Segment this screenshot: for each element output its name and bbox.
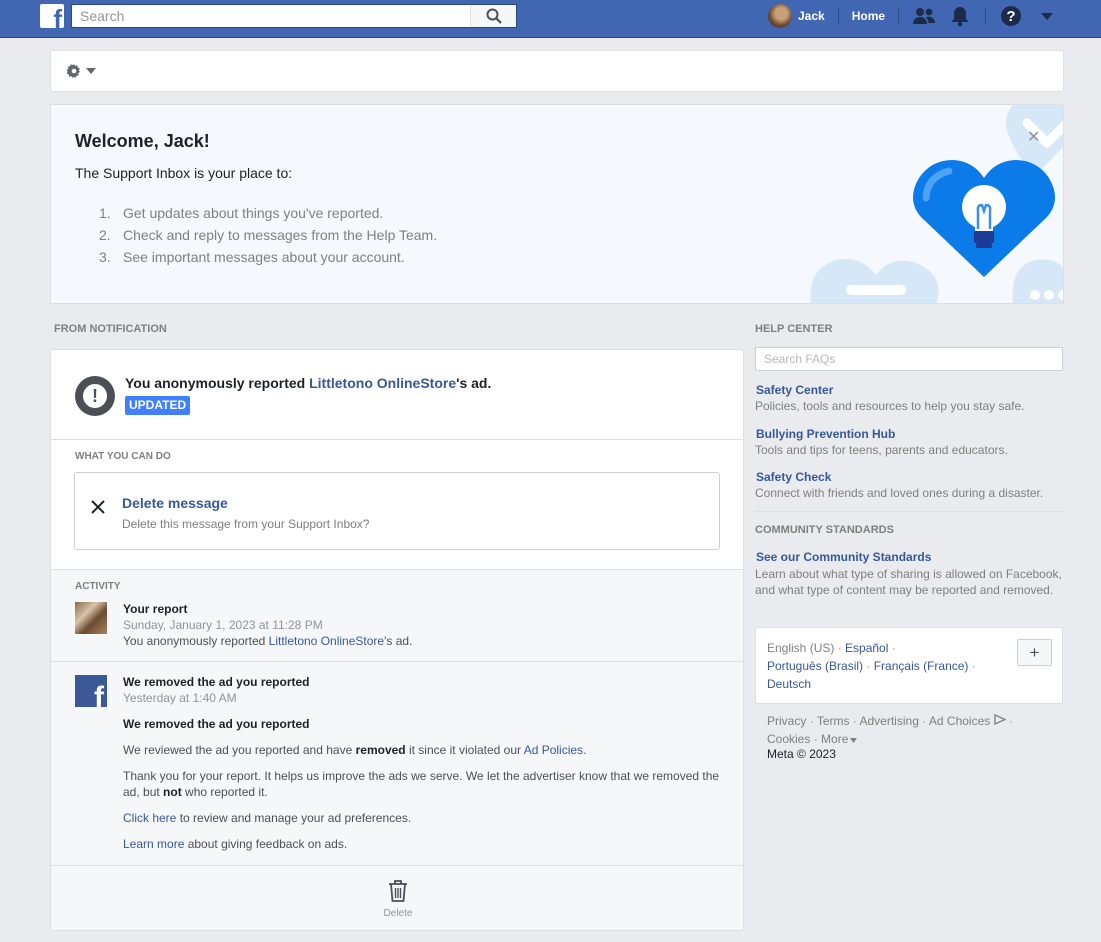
home-link[interactable]: Home bbox=[852, 9, 885, 23]
divider bbox=[755, 511, 1063, 512]
svg-text:?: ? bbox=[1006, 8, 1015, 25]
delete-message-option[interactable]: Delete message Delete this message from … bbox=[74, 472, 720, 550]
notification-card: ! You anonymously reported Littletono On… bbox=[50, 349, 744, 931]
language-link[interactable]: Español bbox=[845, 641, 888, 655]
advertiser-link[interactable]: Littletono OnlineStore bbox=[269, 634, 384, 648]
faq-search-input[interactable] bbox=[756, 348, 1062, 370]
safety-center-link[interactable]: Safety Center bbox=[756, 383, 833, 397]
facebook-logo[interactable]: f bbox=[40, 4, 64, 28]
activity-label: ACTIVITY bbox=[75, 581, 121, 592]
caret-down-icon[interactable] bbox=[1035, 4, 1059, 28]
welcome-title: Welcome, Jack! bbox=[75, 131, 210, 151]
settings-bar bbox=[50, 50, 1064, 92]
activity-title: We removed the ad you reported bbox=[123, 675, 310, 689]
divider bbox=[898, 8, 900, 24]
click-here-link[interactable]: Click here bbox=[123, 811, 176, 825]
from-notification-label: FROM NOTIFICATION bbox=[54, 323, 167, 335]
status-badge: UPDATED bbox=[125, 396, 191, 415]
heart-lightbulb-illustration bbox=[810, 105, 1063, 303]
activity-title: Your report bbox=[123, 602, 188, 616]
report-title: You anonymously reported Littletono Onli… bbox=[125, 375, 492, 391]
search-icon bbox=[486, 8, 502, 24]
welcome-list: 1. Get updates about things you've report… bbox=[99, 205, 437, 271]
advertising-link[interactable]: Advertising bbox=[860, 714, 919, 728]
divider bbox=[837, 8, 839, 24]
delete-label: Delete bbox=[383, 908, 413, 919]
bullying-prevention-hub-description: Tools and tips for teens, parents and ed… bbox=[755, 443, 1008, 457]
close-icon[interactable]: ✕ bbox=[1027, 127, 1040, 147]
divider bbox=[51, 661, 743, 662]
list-item: 3. See important messages about your acco… bbox=[99, 249, 405, 265]
avatar[interactable] bbox=[768, 4, 792, 28]
notifications-bell-icon[interactable] bbox=[948, 4, 972, 28]
divider bbox=[51, 439, 743, 440]
add-language-button[interactable]: + bbox=[1017, 639, 1052, 666]
community-standards-label: COMMUNITY STANDARDS bbox=[755, 524, 894, 536]
divider bbox=[985, 8, 987, 24]
safety-center-description: Policies, tools and resources to help yo… bbox=[755, 399, 1025, 413]
footer-links: Privacy · Terms · Advertising · Ad Choic… bbox=[767, 713, 1013, 746]
list-item: 1. Get updates about things you've report… bbox=[99, 205, 384, 221]
activity-section: ACTIVITY Your report Sunday, January 1, … bbox=[51, 569, 743, 930]
reporter-avatar bbox=[75, 602, 107, 634]
welcome-banner: Welcome, Jack! The Support Inbox is your… bbox=[50, 104, 1064, 304]
community-standards-link[interactable]: See our Community Standards bbox=[756, 550, 931, 564]
faq-search-box bbox=[755, 347, 1063, 371]
trash-icon bbox=[389, 880, 407, 902]
message-paragraph: We reviewed the ad you reported and have… bbox=[123, 743, 587, 757]
copyright: Meta © 2023 bbox=[767, 747, 836, 761]
language-link[interactable]: Português (Brasil) bbox=[767, 659, 863, 673]
delete-message-title: Delete message bbox=[122, 495, 228, 511]
language-link[interactable]: Deutsch bbox=[767, 677, 811, 691]
search-button[interactable] bbox=[470, 5, 516, 27]
friends-icon[interactable] bbox=[912, 4, 936, 28]
message-heading: We removed the ad you reported bbox=[123, 717, 310, 731]
gear-icon bbox=[67, 64, 80, 78]
activity-timestamp: Yesterday at 1:40 AM bbox=[123, 691, 237, 705]
welcome-intro: The Support Inbox is your place to: bbox=[75, 165, 293, 181]
delete-button[interactable]: Delete bbox=[371, 879, 425, 919]
message-paragraph: Learn more about giving feedback on ads. bbox=[123, 837, 348, 851]
what-you-can-do-label: WHAT YOU CAN DO bbox=[75, 451, 171, 462]
divider bbox=[51, 865, 743, 866]
bullying-prevention-hub-link[interactable]: Bullying Prevention Hub bbox=[756, 427, 895, 441]
ad-choices-link[interactable]: Ad Choices bbox=[929, 713, 1007, 728]
ad-choices-icon bbox=[993, 713, 1007, 726]
settings-dropdown[interactable] bbox=[67, 64, 96, 78]
cookies-link[interactable]: Cookies bbox=[767, 732, 810, 746]
language-link[interactable]: Français (France) bbox=[874, 659, 969, 673]
help-icon[interactable]: ? bbox=[999, 4, 1023, 28]
top-navigation-bar: f Jack Home ? bbox=[0, 0, 1101, 38]
safety-check-link[interactable]: Safety Check bbox=[756, 470, 831, 484]
safety-check-description: Connect with friends and loved ones duri… bbox=[755, 486, 1044, 500]
learn-more-link[interactable]: Learn more bbox=[123, 837, 184, 851]
delete-message-description: Delete this message from your Support In… bbox=[122, 517, 370, 531]
search-box bbox=[71, 4, 517, 28]
alert-icon: ! bbox=[75, 376, 115, 416]
privacy-link[interactable]: Privacy bbox=[767, 714, 806, 728]
close-icon bbox=[91, 500, 105, 514]
profile-name-link[interactable]: Jack bbox=[798, 9, 825, 23]
community-standards-description: Learn about what type of sharing is allo… bbox=[755, 567, 1062, 597]
message-paragraph: Thank you for your report. It helps us i… bbox=[123, 769, 720, 799]
facebook-logo-icon: f bbox=[75, 675, 107, 707]
help-center-label: HELP CENTER bbox=[755, 323, 833, 335]
more-link[interactable]: More bbox=[821, 732, 858, 746]
list-item: 2. Check and reply to messages from the H… bbox=[99, 227, 438, 243]
advertiser-link[interactable]: Littletono OnlineStore bbox=[309, 375, 456, 391]
ad-policies-link[interactable]: Ad Policies bbox=[524, 743, 583, 757]
chevron-down-icon bbox=[86, 68, 96, 74]
language-selector: English (US) · Español · Português (Bras… bbox=[755, 627, 1063, 704]
current-language: English (US) bbox=[767, 641, 835, 655]
message-paragraph: Click here to review and manage your ad … bbox=[123, 811, 412, 825]
activity-timestamp: Sunday, January 1, 2023 at 11:28 PM bbox=[123, 618, 323, 632]
activity-text: You anonymously reported Littletono Onli… bbox=[123, 634, 413, 648]
chevron-down-icon bbox=[850, 738, 858, 743]
search-input[interactable] bbox=[72, 5, 472, 27]
terms-link[interactable]: Terms bbox=[817, 714, 850, 728]
